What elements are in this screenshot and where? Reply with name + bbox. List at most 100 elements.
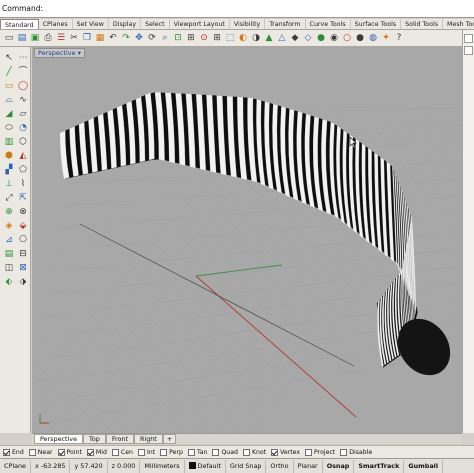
help-icon[interactable]: ? xyxy=(393,32,405,44)
layout-tool-icon[interactable]: ◫ xyxy=(3,262,15,274)
spotlight-icon[interactable]: ✦ xyxy=(380,32,392,44)
split-tool-icon[interactable]: ⎔ xyxy=(17,234,29,246)
osnap-checkbox[interactable] xyxy=(271,448,279,456)
toolbar-tab-visibility[interactable]: Visibility xyxy=(230,19,266,29)
osnap-checkbox[interactable] xyxy=(111,448,119,456)
rectangle-tool-icon[interactable]: ▭ xyxy=(3,80,15,92)
toolbar-tab-surface-tools[interactable]: Surface Tools xyxy=(351,19,402,29)
copy-icon[interactable]: ❐ xyxy=(81,32,93,44)
osnap-checkbox[interactable] xyxy=(57,448,65,456)
boolean-diff-tool-icon[interactable]: ⊗ xyxy=(17,206,29,218)
viewport-canvas[interactable] xyxy=(32,47,462,433)
osnap-knot[interactable]: Knot xyxy=(242,448,266,456)
curve-tool-icon[interactable]: ∿ xyxy=(17,94,29,106)
save-file-icon[interactable]: ▣ xyxy=(29,32,41,44)
trim-tool-icon[interactable]: ⊿ xyxy=(3,234,15,246)
move-tool-icon[interactable]: ⇱ xyxy=(17,192,29,204)
add-viewport-tab-button[interactable]: + xyxy=(162,434,177,444)
planar-toggle[interactable]: Planar xyxy=(294,459,323,473)
panel-toggle-button[interactable] xyxy=(464,34,473,43)
osnap-vertex[interactable]: Vertex xyxy=(271,448,300,456)
box-tool-icon[interactable]: ⬡ xyxy=(17,136,29,148)
zoom-dynamic-icon[interactable]: ⌕ xyxy=(159,32,171,44)
print-icon[interactable]: ⎙ xyxy=(42,32,54,44)
osnap-checkbox[interactable] xyxy=(187,448,195,456)
toolbar-tab-solid-tools[interactable]: Solid Tools xyxy=(401,19,444,29)
viewport-tab-right[interactable]: Right xyxy=(133,434,163,444)
rendered-sphere-icon[interactable]: ◍ xyxy=(367,32,379,44)
gumball-toggle[interactable]: Gumball xyxy=(404,459,444,473)
viewport-title[interactable]: Perspective ▾ xyxy=(34,48,85,58)
fillet-tool-icon[interactable]: ⌇ xyxy=(17,178,29,190)
smarttrack-toggle[interactable]: SmartTrack xyxy=(354,459,405,473)
rotate-view-icon[interactable]: ⟳ xyxy=(146,32,158,44)
osnap-tan[interactable]: Tan xyxy=(187,448,207,456)
toolbar-tab-standard[interactable]: Standard xyxy=(0,19,39,29)
ghosted-sphere-icon[interactable]: ○ xyxy=(341,32,353,44)
show-icon[interactable]: ◑ xyxy=(250,32,262,44)
right-panel-strip[interactable] xyxy=(462,30,474,433)
arc-tool-icon[interactable]: ⌒ xyxy=(17,66,29,78)
lock-icon[interactable]: ▲ xyxy=(263,32,275,44)
ellipse-tool-icon[interactable]: ⌓ xyxy=(3,94,15,106)
shaded-sphere-icon[interactable]: ● xyxy=(354,32,366,44)
osnap-project[interactable]: Project xyxy=(305,448,335,456)
dimension-tool-icon[interactable]: ▤ xyxy=(3,248,15,260)
command-line[interactable]: Command: xyxy=(0,0,474,18)
select-tool-icon[interactable]: ↖ xyxy=(3,52,15,64)
block-tool-icon[interactable]: ⊠ xyxy=(17,262,29,274)
cut-icon[interactable]: ✂ xyxy=(68,32,80,44)
toolbar-tab-mesh-tools[interactable]: Mesh Tools xyxy=(443,19,474,29)
offset-tool-icon[interactable]: ⟂ xyxy=(3,178,15,190)
scale-tool-icon[interactable]: ⤢ xyxy=(3,192,15,204)
osnap-quad[interactable]: Quad xyxy=(212,448,238,456)
osnap-checkbox[interactable] xyxy=(242,448,250,456)
surface-ellipse-tool-icon[interactable]: ⬭ xyxy=(3,122,15,134)
unlock-icon[interactable]: △ xyxy=(276,32,288,44)
command-input[interactable] xyxy=(43,2,474,16)
loft-tool-icon[interactable]: ◭ xyxy=(17,150,29,162)
viewport-menu-arrow-icon[interactable]: ▾ xyxy=(78,49,81,57)
osnap-point[interactable]: Point xyxy=(57,448,82,456)
toolbar-tab-set-view[interactable]: Set View xyxy=(73,19,109,29)
array-tool-icon[interactable]: ⬙ xyxy=(17,220,29,232)
osnap-checkbox[interactable] xyxy=(86,448,94,456)
osnap-checkbox[interactable] xyxy=(212,448,220,456)
boolean-union-tool-icon[interactable]: ⊕ xyxy=(3,206,15,218)
osnap-int[interactable]: Int xyxy=(137,448,155,456)
zoom-extents-icon[interactable]: ⊞ xyxy=(185,32,197,44)
toolbar-tab-curve-tools[interactable]: Curve Tools xyxy=(306,19,351,29)
toolbar-tab-transform[interactable]: Transform xyxy=(265,19,306,29)
point-tool-icon[interactable]: ⋯ xyxy=(17,52,29,64)
undo-icon[interactable]: ↶ xyxy=(107,32,119,44)
line-tool-icon[interactable]: ╱ xyxy=(3,66,15,78)
revolve-tool-icon[interactable]: ◔ xyxy=(17,122,29,134)
layer-icon[interactable]: ◆ xyxy=(289,32,301,44)
zoom-window-icon[interactable]: ⊡ xyxy=(172,32,184,44)
group-tool-icon[interactable]: ⊟ xyxy=(17,248,29,260)
zoom-selected-icon[interactable]: ⊙ xyxy=(198,32,210,44)
osnap-checkbox[interactable] xyxy=(137,448,145,456)
osnap-checkbox[interactable] xyxy=(340,448,348,456)
sweep-tool-icon[interactable]: ▞ xyxy=(3,164,15,176)
pan-icon[interactable]: ✥ xyxy=(133,32,145,44)
render-tool-icon[interactable]: ⬗ xyxy=(17,276,29,288)
osnap-cen[interactable]: Cen xyxy=(111,448,133,456)
open-file-icon[interactable]: ▤ xyxy=(16,32,28,44)
osnap-toggle[interactable]: Osnap xyxy=(323,459,355,473)
render-sphere-icon[interactable]: ◉ xyxy=(328,32,340,44)
layer-display[interactable]: Default xyxy=(185,459,226,473)
four-viewports-icon[interactable]: ⊞ xyxy=(211,32,223,44)
ortho-toggle[interactable]: Ortho xyxy=(266,459,294,473)
osnap-end[interactable]: End xyxy=(3,448,24,456)
osnap-checkbox[interactable] xyxy=(3,448,10,456)
material-icon[interactable]: ● xyxy=(315,32,327,44)
osnap-near[interactable]: Near xyxy=(28,448,53,456)
select-all-icon[interactable]: ⬚ xyxy=(224,32,236,44)
solid-tool-icon[interactable]: ⬢ xyxy=(3,150,15,162)
viewport-tab-front[interactable]: Front xyxy=(105,434,134,444)
mesh-tool-icon[interactable]: ◈ xyxy=(3,220,15,232)
toolbar-tab-select[interactable]: Select xyxy=(141,19,170,29)
osnap-checkbox[interactable] xyxy=(160,448,168,456)
polyline-tool-icon[interactable]: ▱ xyxy=(17,108,29,120)
